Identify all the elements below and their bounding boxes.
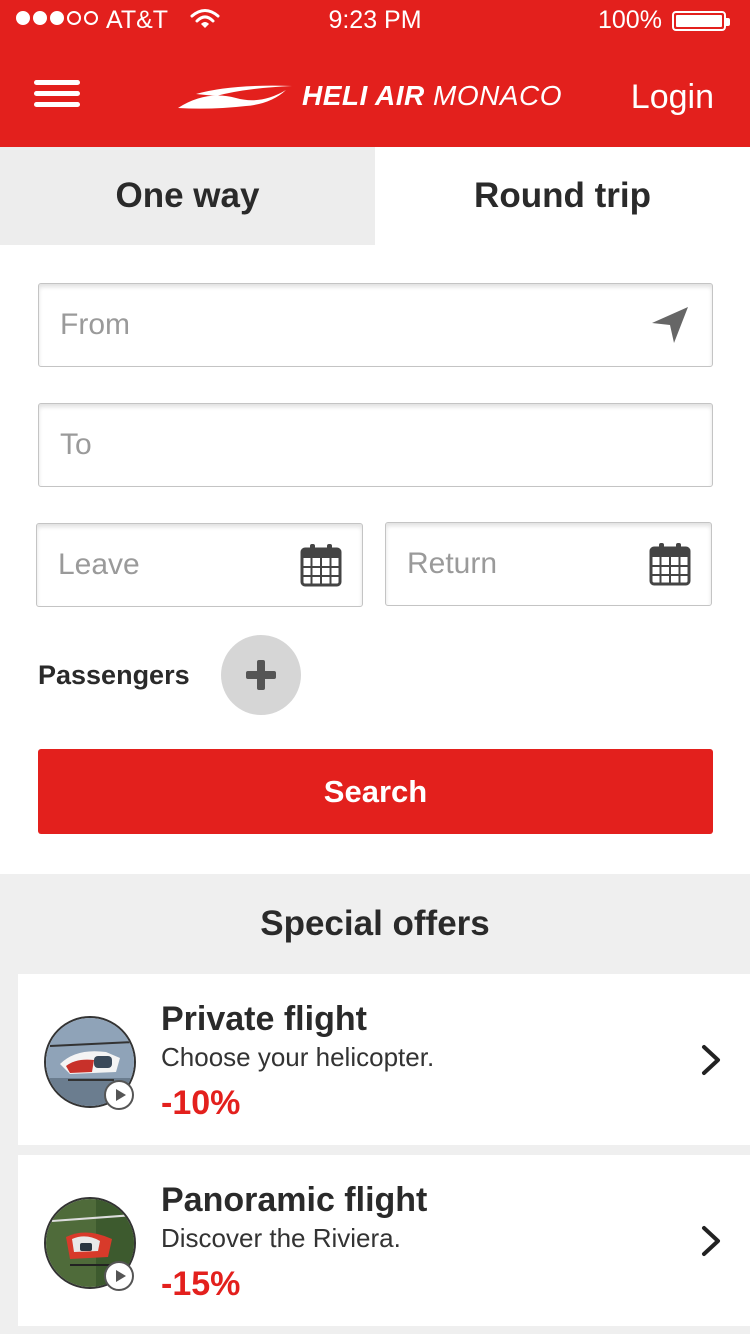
- chevron-right-icon[interactable]: [700, 1225, 722, 1257]
- calendar-icon[interactable]: [649, 542, 691, 586]
- helicopter-swoosh-icon: [178, 85, 292, 109]
- app-header: AT&T 9:23 PM 100% HELI AIR MONACO Login: [0, 0, 750, 147]
- offer-subtitle: Discover the Riviera.: [161, 1223, 401, 1253]
- brand-name-light: MONACO: [433, 80, 563, 111]
- offer-subtitle: Choose your helicopter.: [161, 1042, 435, 1072]
- status-bar: AT&T 9:23 PM 100%: [0, 0, 750, 40]
- offer-private-flight[interactable]: Private flight Choose your helicopter. -…: [18, 974, 750, 1145]
- to-placeholder: To: [60, 428, 92, 461]
- leave-date-field[interactable]: Leave: [36, 523, 363, 607]
- special-offers-section: Special offers Private flight Choose you…: [0, 874, 750, 1334]
- from-placeholder: From: [60, 308, 130, 341]
- leave-placeholder: Leave: [58, 548, 140, 581]
- calendar-icon[interactable]: [300, 543, 342, 587]
- offer-title: Private flight: [161, 1000, 367, 1038]
- trip-type-tabs: One way Round trip: [0, 147, 750, 245]
- location-arrow-icon[interactable]: [648, 303, 692, 347]
- play-icon[interactable]: [104, 1080, 134, 1110]
- play-icon[interactable]: [104, 1261, 134, 1291]
- to-field[interactable]: To: [38, 403, 713, 487]
- chevron-right-icon[interactable]: [700, 1044, 722, 1076]
- return-placeholder: Return: [407, 547, 498, 580]
- search-button[interactable]: Search: [38, 749, 713, 834]
- offer-discount: -15%: [161, 1265, 241, 1303]
- tab-round-trip[interactable]: Round trip: [375, 147, 750, 245]
- battery-icon: [672, 11, 730, 31]
- return-date-field[interactable]: Return: [385, 522, 712, 606]
- special-offers-title: Special offers: [260, 904, 490, 943]
- offer-title: Panoramic flight: [161, 1181, 428, 1219]
- from-field[interactable]: From: [38, 283, 713, 367]
- login-link[interactable]: Login: [631, 78, 714, 117]
- offer-discount: -10%: [161, 1084, 241, 1122]
- tab-one-way[interactable]: One way: [0, 147, 375, 245]
- add-passenger-button[interactable]: [221, 635, 301, 715]
- passengers-label: Passengers: [38, 660, 190, 690]
- heli-air-monaco-logo: HELI AIR MONACO: [176, 76, 562, 116]
- battery-percentage: 100%: [598, 6, 662, 34]
- hamburger-menu-icon[interactable]: [34, 80, 80, 110]
- brand-name-bold: HELI AIR: [302, 80, 425, 111]
- offer-panoramic-flight[interactable]: Panoramic flight Discover the Riviera. -…: [18, 1155, 750, 1326]
